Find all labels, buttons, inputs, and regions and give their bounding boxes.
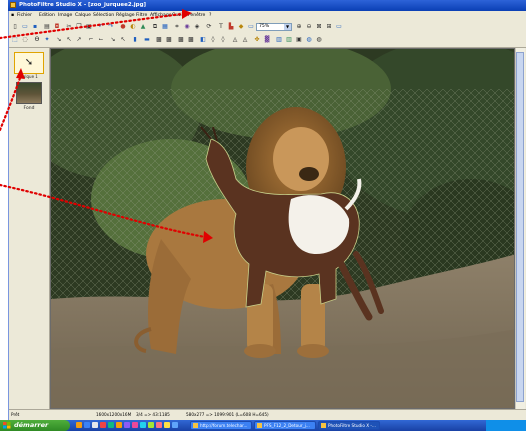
folder-icon <box>257 423 262 428</box>
browser-icon <box>193 423 198 428</box>
taskbar-item-label: PhotoFiltre Studio X -... <box>328 423 376 428</box>
quicklaunch-desktop-icon[interactable] <box>92 422 98 428</box>
quicklaunch-app5-icon[interactable] <box>140 422 146 428</box>
status-ready: Prêt <box>11 412 20 417</box>
arrow-head-canvas <box>203 231 213 243</box>
status-dimensions: 1600x1200x16M <box>96 412 132 417</box>
annotation-arrows <box>0 9 213 243</box>
arrow-head-menu <box>182 9 192 19</box>
windows-logo-icon <box>3 422 11 429</box>
status-coords: 580x277 => 1099:901 (L=608 H=645) <box>186 412 269 417</box>
taskbar-item-photofiltre[interactable]: PhotoFiltre Studio X -... <box>318 421 380 430</box>
scrollbar-thumb[interactable] <box>516 52 524 402</box>
quicklaunch-app7-icon[interactable] <box>156 422 162 428</box>
taskbar-item-label: PFS_F12_2_Detour_j... <box>264 423 310 428</box>
quicklaunch-app6-icon[interactable] <box>148 422 154 428</box>
quicklaunch-app1-icon[interactable] <box>108 422 114 428</box>
quicklaunch-firefox-icon[interactable] <box>76 422 82 428</box>
quicklaunch-app4-icon[interactable] <box>132 422 138 428</box>
quicklaunch-app3-icon[interactable] <box>124 422 130 428</box>
arrow-head-layer <box>16 68 25 79</box>
quicklaunch-app9-icon[interactable] <box>172 422 178 428</box>
quicklaunch-ie-icon[interactable] <box>84 422 90 428</box>
quicklaunch-media-icon[interactable] <box>100 422 106 428</box>
quicklaunch-app8-icon[interactable] <box>164 422 170 428</box>
quicklaunch-app2-icon[interactable] <box>116 422 122 428</box>
system-tray[interactable] <box>486 420 526 431</box>
photofiltre-icon <box>321 423 326 428</box>
taskbar-item-label: http://forum.telechar... <box>200 423 248 428</box>
taskbar-item-browser[interactable]: http://forum.telechar... <box>190 421 252 430</box>
status-zoom: 3/4 => 43:1185 <box>136 412 170 417</box>
taskbar-item-folder[interactable]: PFS_F12_2_Detour_j... <box>254 421 316 430</box>
